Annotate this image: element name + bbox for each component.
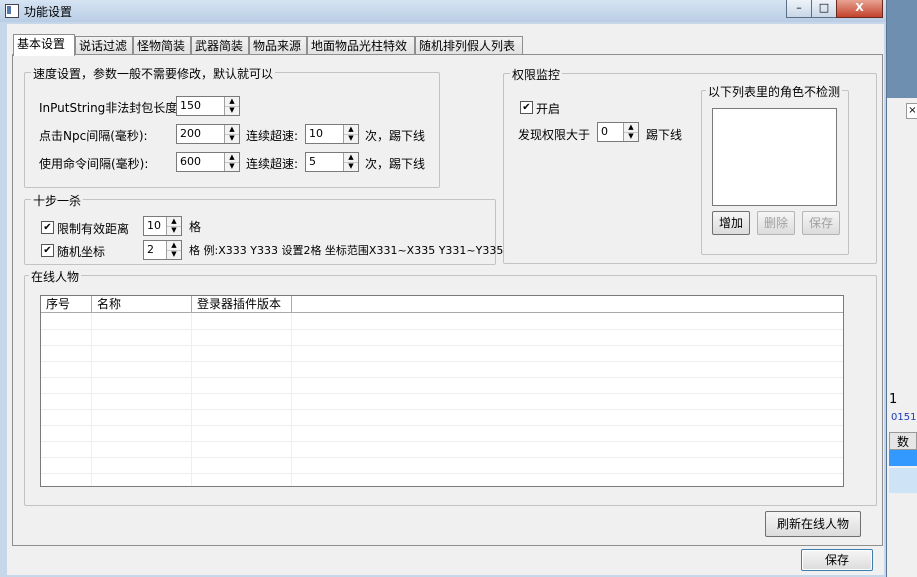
exclude-list-title: 以下列表里的角色不检测 <box>706 83 843 100</box>
random-coord-label: 随机坐标 <box>57 245 106 259</box>
background-header-cell: 数 <box>889 432 917 450</box>
limit-distance-value: 10 <box>147 219 161 232</box>
tab-ground-item-effect[interactable]: 地面物品光柱特效 <box>307 36 415 55</box>
tab-weapon-skin[interactable]: 武器简装 <box>191 36 249 55</box>
column-header-plugin-version[interactable]: 登录器插件版本 <box>192 296 292 313</box>
background-close-icon: × <box>906 103 917 119</box>
grid-line <box>41 329 843 330</box>
npc-overspeed-spinner[interactable]: 10 ▲ ▼ <box>305 124 359 144</box>
speed-settings-title: 速度设置，参数一般不需要修改，默认就可以 <box>31 65 276 82</box>
tab-monster-skin[interactable]: 怪物简装 <box>133 36 191 55</box>
grid-line <box>41 457 843 458</box>
exclude-delete-button[interactable]: 删除 <box>757 211 795 235</box>
inputstring-label: InPutString非法封包长度: <box>39 101 182 115</box>
permission-threshold-value: 0 <box>601 125 608 138</box>
limit-distance-label: 限制有效距离 <box>57 222 130 236</box>
background-text-1: 1 <box>889 392 898 407</box>
title-bar[interactable]: 功能设置 – □ X <box>0 0 886 22</box>
grid-line <box>41 441 843 442</box>
speed-settings-group: 速度设置，参数一般不需要修改，默认就可以 InPutString非法封包长度: … <box>24 65 440 188</box>
settings-window: 功能设置 – □ X 基本设置 说话过滤 怪物简装 武器简装 物品来源 地面物品… <box>0 0 887 577</box>
random-coord-value: 2 <box>147 243 154 256</box>
exclude-list-group: 以下列表里的角色不检测 增加 删除 保存 <box>701 83 849 255</box>
random-coord-spinner[interactable]: 2 ▲ ▼ <box>143 240 182 260</box>
permission-monitor-title: 权限监控 <box>510 66 563 83</box>
spin-down-icon[interactable]: ▼ <box>344 134 358 143</box>
npc-overspeed-value: 10 <box>309 127 323 140</box>
ten-step-title: 十步一杀 <box>31 192 84 209</box>
limit-distance-unit: 格 <box>189 220 202 234</box>
column-header-index[interactable]: 序号 <box>41 296 92 313</box>
refresh-online-button[interactable]: 刷新在线人物 <box>765 511 861 537</box>
limit-distance-spinner[interactable]: 10 ▲ ▼ <box>143 216 182 236</box>
tab-panel-basic: 速度设置，参数一般不需要修改，默认就可以 InPutString非法封包长度: … <box>12 54 883 546</box>
ten-step-group: 十步一杀 ✔ 限制有效距离 10 ▲ ▼ 格 ✔ 随机坐标 2 ▲ ▼ 格 例:X3… <box>24 192 503 265</box>
npc-interval-spinner[interactable]: 200 ▲ ▼ <box>176 124 240 144</box>
permission-monitor-group: 权限监控 ✔ 开启 发现权限大于 0 ▲ ▼ 踢下线 以下列表里的角色不检测 增加… <box>503 66 877 264</box>
column-header-name[interactable]: 名称 <box>92 296 192 313</box>
spin-down-icon[interactable]: ▼ <box>167 250 181 259</box>
npc-kick-label: 次，踢下线 <box>365 129 426 143</box>
permission-threshold-spinner[interactable]: 0 ▲ ▼ <box>597 122 639 142</box>
background-text-2: 01511 <box>891 412 917 423</box>
command-overspeed-value: 5 <box>309 155 316 168</box>
command-overspeed-label: 连续超速: <box>246 157 299 171</box>
online-players-title: 在线人物 <box>29 268 82 285</box>
grid-line <box>191 313 192 486</box>
window-title: 功能设置 <box>24 5 73 19</box>
inputstring-spinner[interactable]: 150 ▲ ▼ <box>176 96 240 116</box>
maximize-button[interactable]: □ <box>811 0 837 18</box>
inputstring-value: 150 <box>180 99 201 112</box>
grid-line <box>41 377 843 378</box>
tab-basic[interactable]: 基本设置 <box>13 34 75 56</box>
grid-line <box>41 473 843 474</box>
background-selection <box>889 450 917 466</box>
grid-line <box>41 393 843 394</box>
grid-line <box>41 425 843 426</box>
limit-distance-checkbox[interactable]: ✔ <box>41 221 54 234</box>
minimize-button[interactable]: – <box>786 0 812 18</box>
command-interval-label: 使用命令间隔(毫秒): <box>39 157 149 171</box>
tab-item-source[interactable]: 物品来源 <box>249 36 307 55</box>
grid-line <box>41 345 843 346</box>
random-coord-checkbox[interactable]: ✔ <box>41 244 54 257</box>
command-kick-label: 次，踢下线 <box>365 157 426 171</box>
permission-threshold-label: 发现权限大于 <box>518 128 591 142</box>
background-scroll <box>889 468 917 493</box>
grid-line <box>41 409 843 410</box>
command-interval-value: 600 <box>180 155 201 168</box>
grid-line <box>291 313 292 486</box>
close-button[interactable]: X <box>836 0 883 18</box>
client-area: 基本设置 说话过滤 怪物简装 武器简装 物品来源 地面物品光柱特效 随机排列假人… <box>7 24 884 575</box>
exclude-add-button[interactable]: 增加 <box>712 211 750 235</box>
random-coord-description: 格 例:X333 Y333 设置2格 坐标范围X331~X335 Y331~Y3… <box>189 244 504 257</box>
permission-kick-label: 踢下线 <box>646 128 683 142</box>
window-icon[interactable] <box>5 4 19 18</box>
background-window: × 1 01511 数 <box>886 98 917 577</box>
spin-down-icon[interactable]: ▼ <box>167 226 181 235</box>
permission-enable-checkbox[interactable]: ✔ <box>520 101 533 114</box>
command-overspeed-spinner[interactable]: 5 ▲ ▼ <box>305 152 359 172</box>
tab-chat-filter[interactable]: 说话过滤 <box>75 36 133 55</box>
grid-line <box>41 361 843 362</box>
permission-enable-label: 开启 <box>536 102 561 116</box>
online-players-table[interactable]: 序号 名称 登录器插件版本 <box>40 295 844 487</box>
spin-down-icon[interactable]: ▼ <box>225 134 239 143</box>
column-header-filler <box>292 296 843 313</box>
grid-line <box>91 313 92 486</box>
command-interval-spinner[interactable]: 600 ▲ ▼ <box>176 152 240 172</box>
spin-down-icon[interactable]: ▼ <box>225 162 239 171</box>
spin-down-icon[interactable]: ▼ <box>344 162 358 171</box>
spin-down-icon[interactable]: ▼ <box>225 106 239 115</box>
exclude-listbox[interactable] <box>712 108 837 206</box>
npc-interval-value: 200 <box>180 127 201 140</box>
npc-overspeed-label: 连续超速: <box>246 129 299 143</box>
spin-down-icon[interactable]: ▼ <box>624 132 638 141</box>
exclude-save-button[interactable]: 保存 <box>802 211 840 235</box>
save-button[interactable]: 保存 <box>801 549 873 571</box>
npc-interval-label: 点击Npc间隔(毫秒): <box>39 129 148 143</box>
tab-random-bot-list[interactable]: 随机排列假人列表 <box>415 36 523 55</box>
